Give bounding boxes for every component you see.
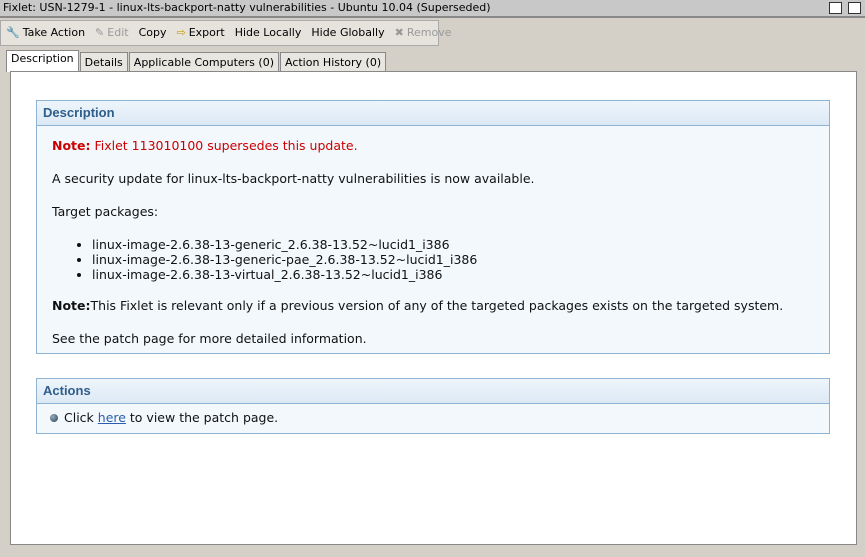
export-label: Export: [188, 26, 225, 39]
supersede-note: Note: Fixlet 113010100 supersedes this u…: [52, 138, 814, 153]
export-icon: ⇨: [176, 26, 186, 39]
x-icon: ✖: [394, 26, 404, 39]
hide-globally-label: Hide Globally: [311, 26, 385, 39]
note2-text: This Fixlet is relevant only if a previo…: [90, 298, 784, 313]
copy-button[interactable]: Copy: [134, 22, 172, 44]
description-heading: Description: [37, 101, 829, 126]
remove-label: Remove: [406, 26, 452, 39]
package-item: linux-image-2.6.38-13-generic_2.6.38-13.…: [92, 237, 814, 252]
edit-label: Edit: [107, 26, 129, 39]
description-section: Description Note: Fixlet 113010100 super…: [36, 100, 830, 354]
hide-locally-button[interactable]: Hide Locally: [230, 22, 307, 44]
hide-locally-label: Hide Locally: [234, 26, 302, 39]
toolbar: 🔧 Take Action ✎ Edit Copy ⇨ Export Hide Loc…: [0, 20, 451, 46]
take-action-label: Take Action: [22, 26, 86, 39]
undock-icon[interactable]: [829, 2, 842, 14]
target-label: Target packages:: [52, 204, 159, 219]
summary: A security update for linux-lts-backport…: [52, 171, 535, 186]
note-label: Note:: [52, 138, 91, 153]
edit-button[interactable]: ✎ Edit: [90, 22, 134, 44]
patch-page-link[interactable]: here: [98, 410, 126, 425]
see-more: See the patch page for more detailed inf…: [52, 331, 367, 346]
pencil-icon: ✎: [95, 26, 105, 39]
tab-action-history[interactable]: Action History (0): [279, 52, 387, 72]
window-title-bar: Fixlet: USN-1279-1 - linux-lts-backport-…: [0, 0, 865, 18]
note2-label: Note:: [52, 298, 91, 313]
action-prefix: Click: [64, 410, 98, 425]
package-item: linux-image-2.6.38-13-generic-pae_2.6.38…: [92, 252, 814, 267]
relevance-note: Note:This Fixlet is relevant only if a p…: [52, 298, 814, 313]
package-item: linux-image-2.6.38-13-virtual_2.6.38-13.…: [92, 267, 814, 282]
actions-section: Actions Click here to view the patch pag…: [36, 378, 830, 434]
tab-details[interactable]: Details: [79, 52, 128, 72]
note-text: Fixlet 113010100 supersedes this update.: [90, 138, 358, 153]
tab-applicable-computers[interactable]: Applicable Computers (0): [128, 52, 279, 72]
actions-heading: Actions: [37, 379, 829, 404]
wrench-icon: 🔧: [6, 26, 20, 39]
tab-description[interactable]: Description: [6, 50, 79, 72]
content-pane: Description Note: Fixlet 113010100 super…: [10, 71, 857, 545]
copy-label: Copy: [138, 26, 167, 39]
hide-globally-button[interactable]: Hide Globally: [306, 22, 389, 44]
export-button[interactable]: ⇨ Export: [171, 22, 229, 44]
remove-button[interactable]: ✖ Remove: [390, 22, 457, 44]
take-action-button[interactable]: 🔧 Take Action: [1, 22, 90, 44]
package-list: linux-image-2.6.38-13-generic_2.6.38-13.…: [52, 237, 814, 282]
bullet-icon: [50, 414, 58, 422]
window-title: Fixlet: USN-1279-1 - linux-lts-backport-…: [3, 1, 491, 14]
maximize-icon[interactable]: [848, 2, 861, 14]
action-suffix: to view the patch page.: [125, 410, 279, 425]
